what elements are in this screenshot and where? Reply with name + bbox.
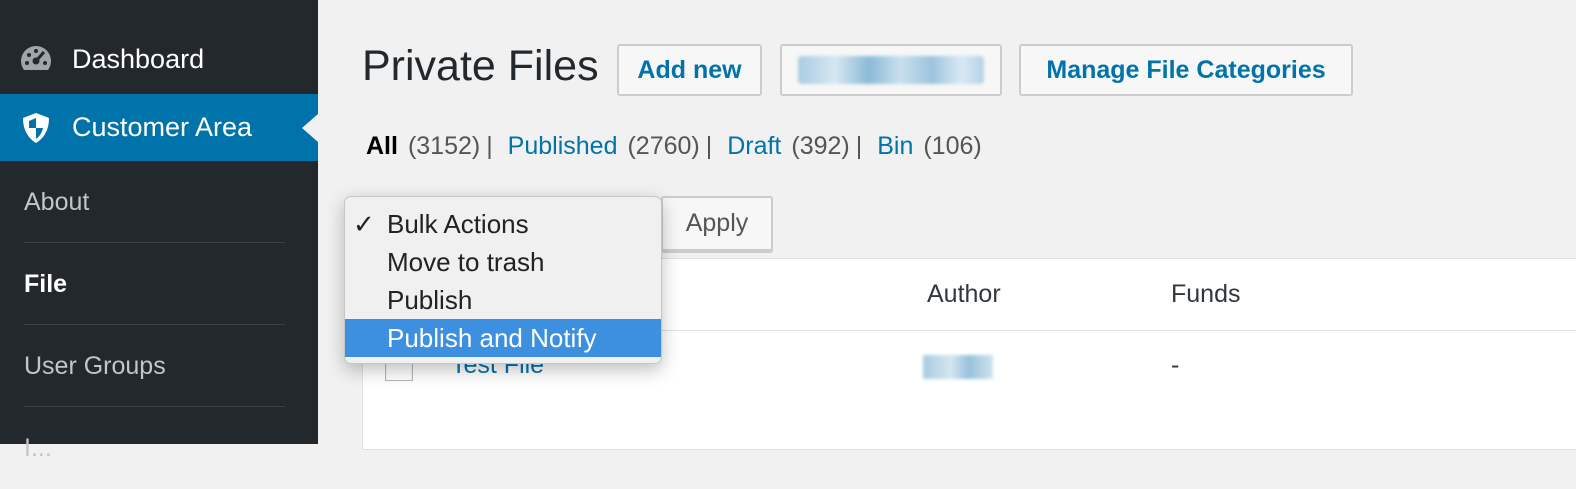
add-new-button[interactable]: Add new <box>617 44 762 96</box>
column-funds: Funds <box>1171 280 1241 308</box>
submenu-about[interactable]: About <box>24 162 285 243</box>
view-separator: | <box>855 132 863 160</box>
submenu-next-item[interactable]: I... <box>24 408 285 489</box>
shield-icon <box>23 112 49 143</box>
bulk-actions-dropdown-menu: ✓ Bulk Actions Move to trash Publish Pub… <box>344 196 662 364</box>
status-views: All (3152) | Published (2760) | Draft (392) | … <box>366 132 982 161</box>
redacted-button[interactable] <box>780 44 1002 96</box>
view-published[interactable]: Published <box>508 132 618 160</box>
view-separator: | <box>705 132 713 160</box>
view-all-count: (3152) <box>407 132 481 160</box>
option-label: Bulk Actions <box>387 209 529 239</box>
view-all[interactable]: All <box>366 132 398 160</box>
menu-dashboard-label: Dashboard <box>72 44 205 74</box>
option-publish[interactable]: Publish <box>345 281 661 319</box>
dashboard-gauge-icon <box>21 45 51 76</box>
view-bin-count: (106) <box>923 132 982 160</box>
row-author-redacted[interactable] <box>923 355 993 379</box>
view-draft[interactable]: Draft <box>727 132 781 160</box>
row-funds: - <box>1171 351 1180 379</box>
menu-dashboard[interactable]: Dashboard <box>0 26 318 93</box>
admin-sidebar: Dashboard Customer Area About File User … <box>0 0 318 462</box>
page-title: Private Files <box>362 42 599 90</box>
view-separator: | <box>486 132 493 160</box>
apply-button[interactable]: Apply <box>661 196 773 251</box>
option-publish-and-notify[interactable]: Publish and Notify <box>345 319 661 357</box>
menu-customer-area[interactable]: Customer Area <box>0 94 318 161</box>
option-move-to-trash[interactable]: Move to trash <box>345 243 661 281</box>
redacted-blur <box>798 56 984 84</box>
menu-customer-area-label: Customer Area <box>72 112 253 142</box>
submenu-user-groups[interactable]: User Groups <box>24 326 285 407</box>
checkmark-icon: ✓ <box>353 209 375 239</box>
manage-file-categories-button[interactable]: Manage File Categories <box>1019 44 1353 96</box>
option-bulk-actions[interactable]: ✓ Bulk Actions <box>345 205 661 243</box>
view-draft-count: (392) <box>791 132 850 160</box>
view-published-count: (2760) <box>627 132 700 160</box>
submenu-file[interactable]: File <box>24 244 285 325</box>
column-author[interactable]: Author <box>927 280 1001 309</box>
view-bin[interactable]: Bin <box>877 132 913 160</box>
